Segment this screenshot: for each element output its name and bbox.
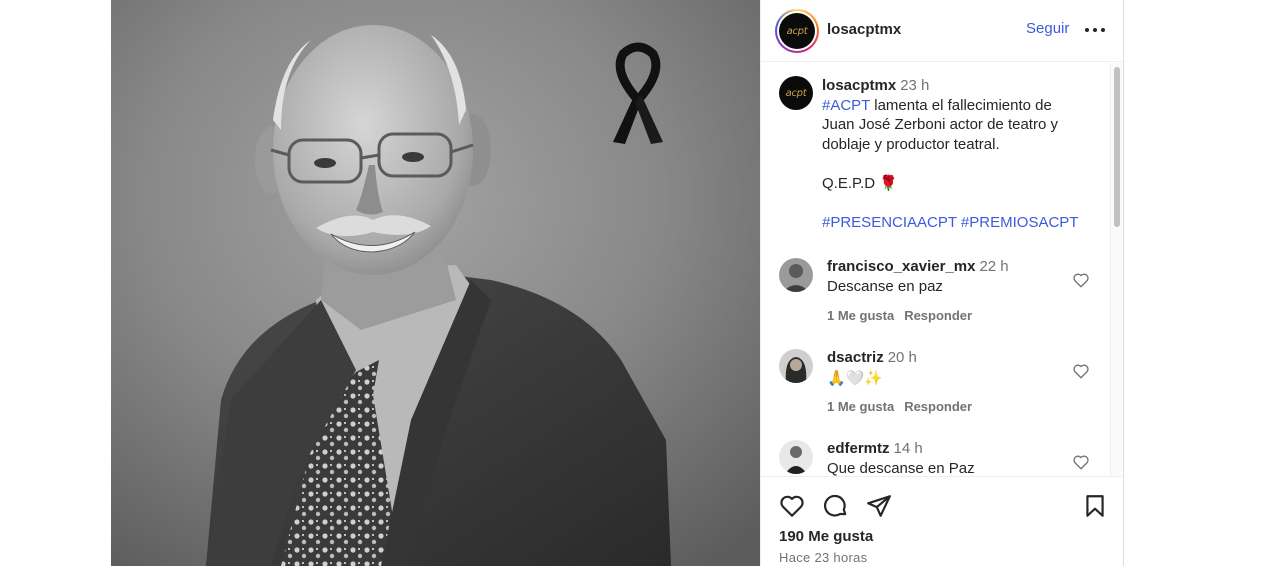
- share-icon[interactable]: [866, 493, 892, 519]
- caption-username[interactable]: losacptmx: [822, 77, 896, 94]
- comments-scrollbar[interactable]: [1110, 63, 1122, 476]
- comment-icon[interactable]: [823, 493, 849, 519]
- comment-time: 20 h: [887, 349, 917, 366]
- comment-text: Descanse en paz: [827, 278, 943, 295]
- profile-avatar[interactable]: acpt: [775, 9, 819, 53]
- more-options-icon[interactable]: [1085, 18, 1105, 38]
- reply-button[interactable]: Responder: [904, 308, 972, 323]
- post-header: acpt losacptmx Seguir: [761, 0, 1125, 62]
- reply-button[interactable]: Responder: [904, 399, 972, 414]
- post-actions: 190 Me gusta Hace 23 horas: [761, 476, 1125, 566]
- caption-hashtags[interactable]: #PRESENCIAACPT #PREMIOSACPT: [822, 213, 1107, 233]
- commenter-avatar[interactable]: [779, 349, 813, 383]
- post-author-username[interactable]: losacptmx: [827, 21, 901, 38]
- post-side-panel: acpt losacptmx Seguir acpt losacptmx 23 h…: [760, 0, 1125, 566]
- commenter-avatar[interactable]: [779, 258, 813, 292]
- caption-line-1: lamenta el fallecimiento de: [870, 96, 1052, 114]
- comment-username[interactable]: edfermtz: [827, 440, 890, 457]
- bookmark-icon[interactable]: [1082, 493, 1108, 519]
- post-caption: losacptmx 23 h #ACPT lamenta el fallecimi…: [822, 76, 1107, 232]
- caption-time: 23 h: [900, 77, 930, 94]
- comment-item: edfermtz 14 h Que descanse en Paz: [761, 440, 1111, 476]
- acpt-logo: acpt: [779, 13, 815, 49]
- heart-icon[interactable]: [1072, 453, 1090, 471]
- likes-count[interactable]: 190 Me gusta: [779, 528, 873, 545]
- post-timestamp[interactable]: Hace 23 horas: [779, 550, 867, 565]
- caption-line-2: Juan José Zerboni actor de teatro y: [822, 116, 1058, 133]
- heart-icon[interactable]: [779, 493, 805, 519]
- scrollbar-thumb[interactable]: [1114, 67, 1120, 227]
- caption-line-4: Q.E.P.D 🌹: [822, 174, 898, 192]
- comment-time: 22 h: [979, 258, 1009, 275]
- follow-button[interactable]: Seguir: [1026, 20, 1069, 37]
- caption-avatar[interactable]: acpt: [779, 76, 813, 110]
- comment-item: dsactriz 20 h 🙏🤍✨ 1 Me gusta Responder: [761, 349, 1111, 429]
- comment-username[interactable]: francisco_xavier_mx: [827, 258, 975, 275]
- heart-icon[interactable]: [1072, 271, 1090, 289]
- comment-text: Que descanse en Paz: [827, 460, 975, 476]
- comments-list[interactable]: acpt losacptmx 23 h #ACPT lamenta el fall…: [761, 63, 1125, 476]
- comment-time: 14 h: [893, 440, 923, 457]
- hashtag-acpt[interactable]: #ACPT: [822, 97, 870, 114]
- instagram-post-view: acpt losacptmx Seguir acpt losacptmx 23 h…: [0, 0, 1280, 566]
- post-photo[interactable]: [111, 0, 760, 566]
- comment-likes[interactable]: 1 Me gusta: [827, 399, 894, 414]
- comment-likes[interactable]: 1 Me gusta: [827, 308, 894, 323]
- comment-username[interactable]: dsactriz: [827, 349, 884, 366]
- heart-icon[interactable]: [1072, 362, 1090, 380]
- mourning-ribbon-icon: [613, 42, 663, 144]
- comment-text: 🙏🤍✨: [827, 370, 884, 387]
- caption-line-3: doblaje y productor teatral.: [822, 135, 1000, 153]
- commenter-avatar[interactable]: [779, 440, 813, 474]
- comment-item: francisco_xavier_mx 22 h Descanse en paz …: [761, 258, 1111, 338]
